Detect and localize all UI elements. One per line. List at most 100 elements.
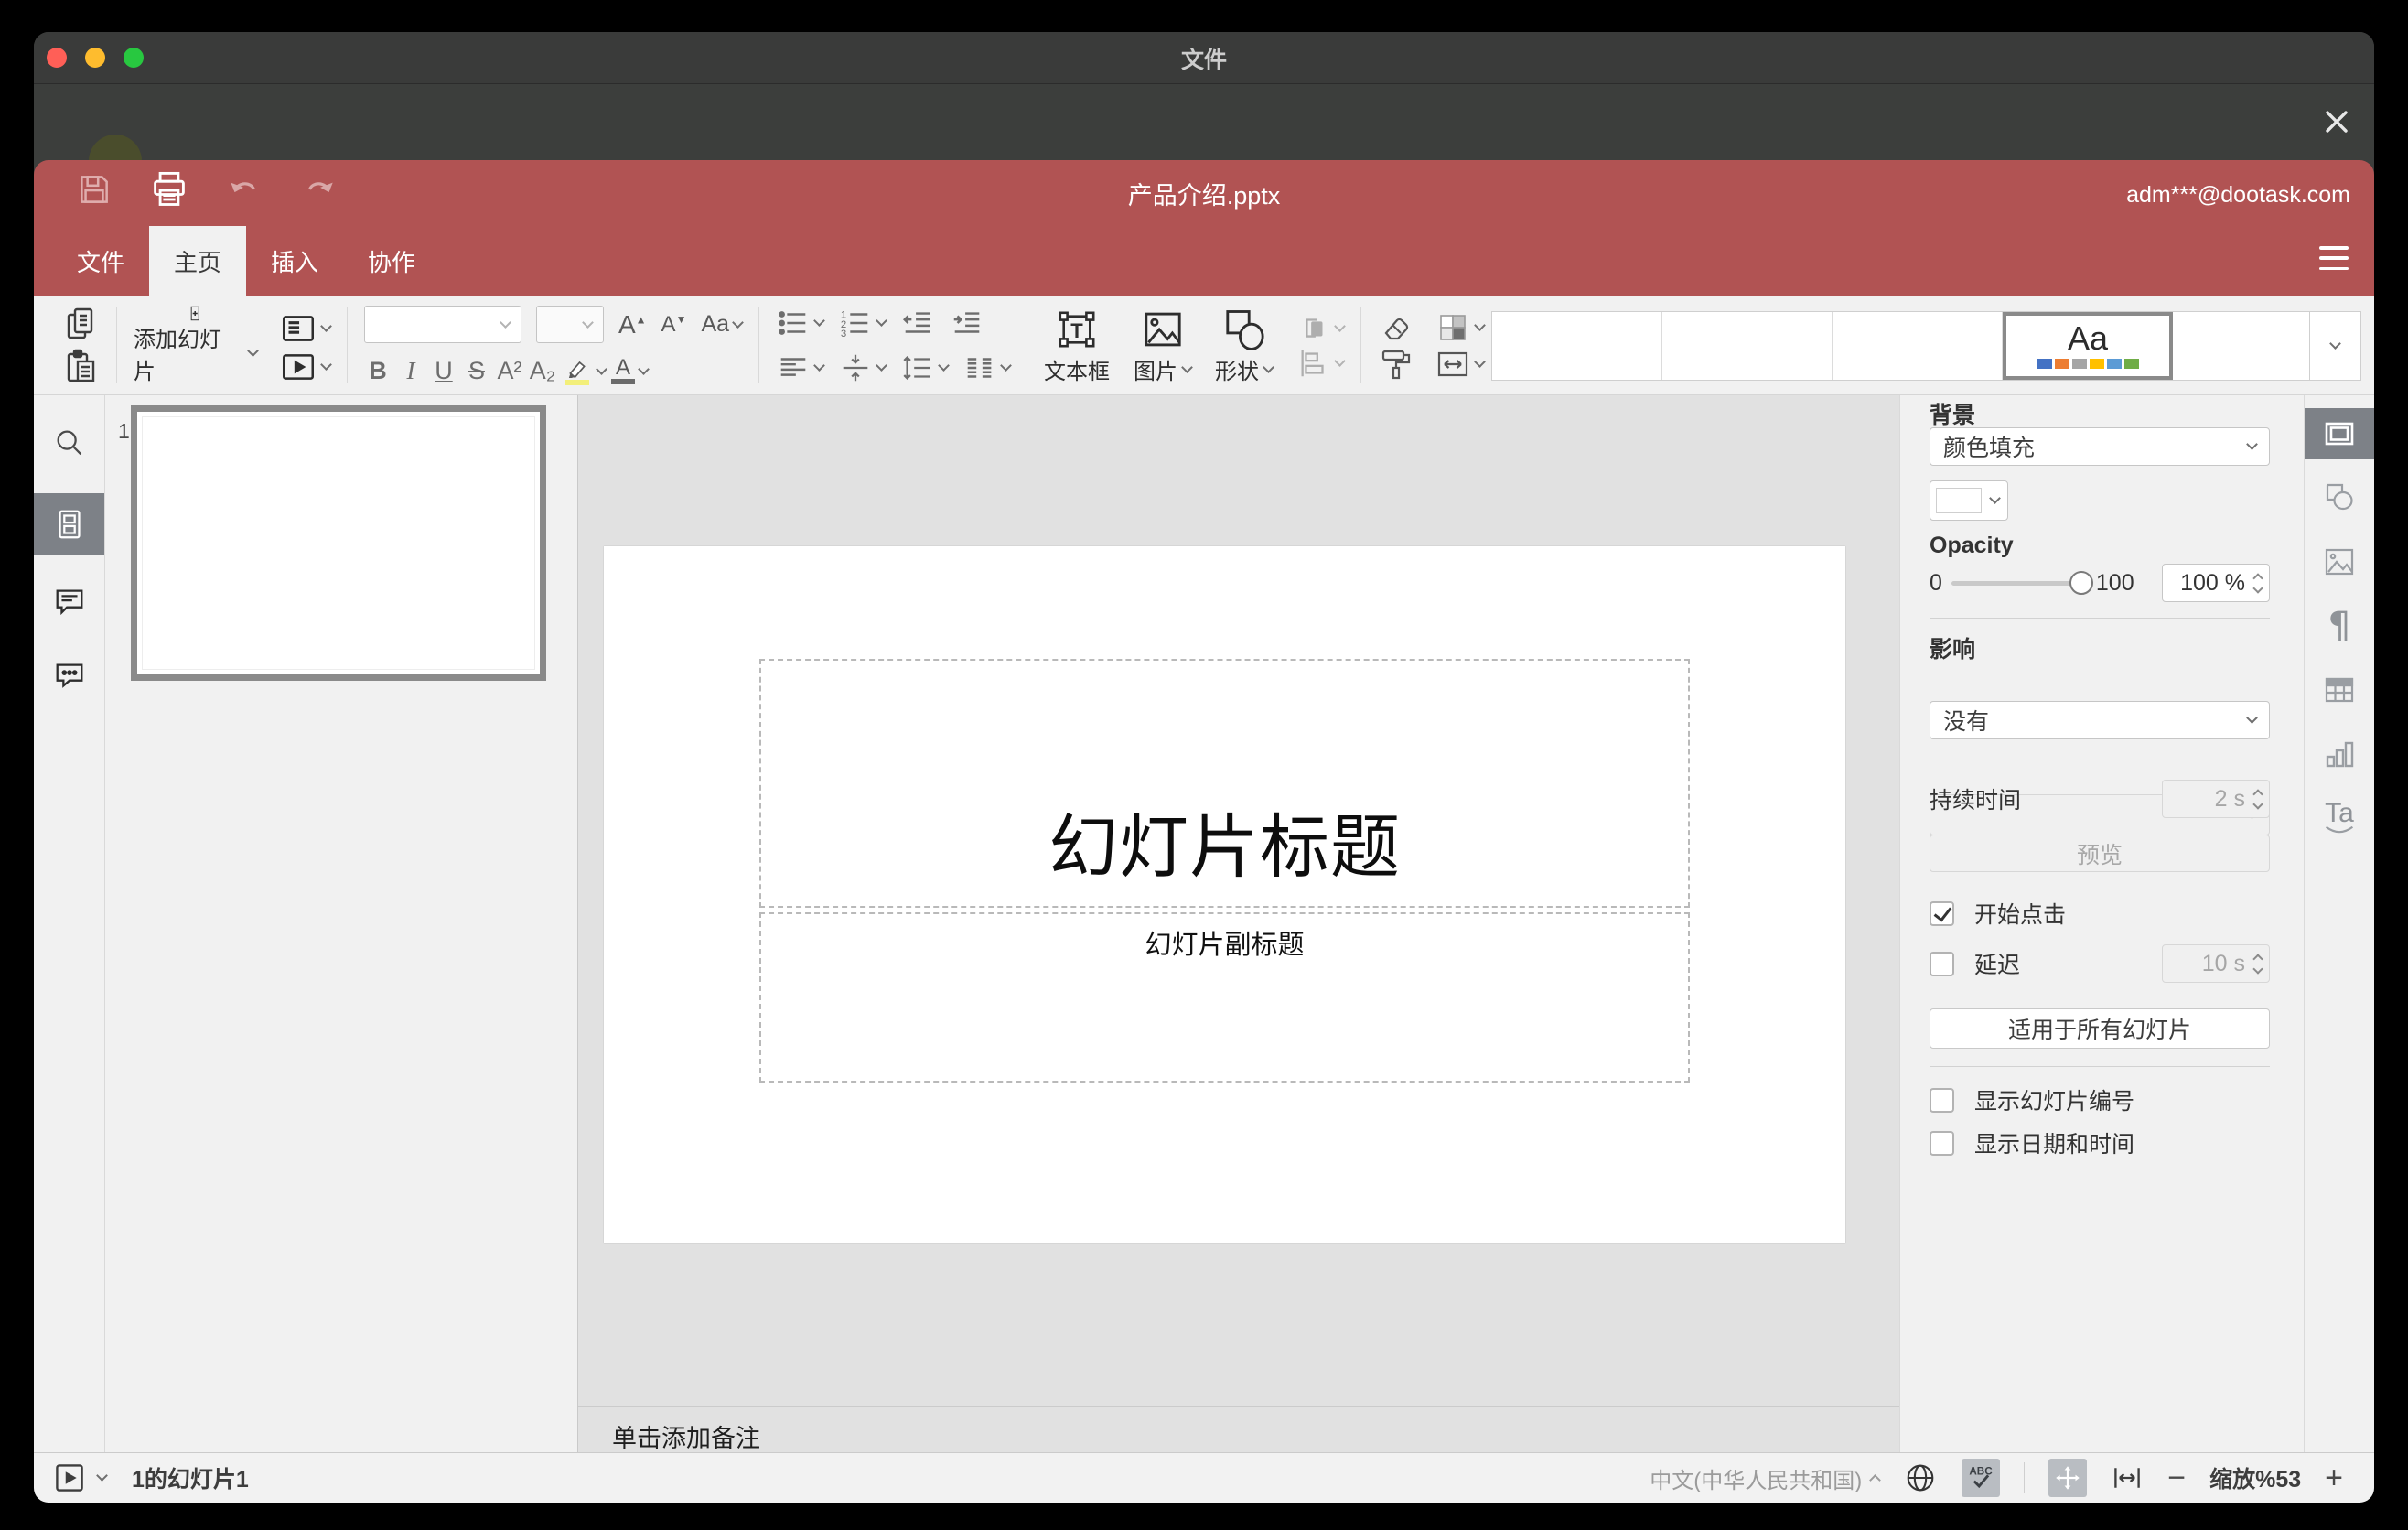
paragraph-group: 123 [769, 306, 1017, 385]
show-date-time-checkbox[interactable] [1930, 1130, 1954, 1156]
theme-gallery-expand-icon[interactable] [2310, 310, 2361, 381]
background-fill-select[interactable]: 颜色填充 [1930, 427, 2270, 466]
svg-text:ABC: ABC [1970, 1465, 1994, 1477]
font-color-bar [610, 379, 635, 385]
theme-option-2[interactable] [1662, 311, 1833, 380]
apply-to-all-button[interactable]: 适用于所有幻灯片 [1930, 1008, 2270, 1049]
comments-icon[interactable] [34, 576, 104, 628]
bullets-icon[interactable] [776, 306, 825, 340]
slide-settings-panel: 背景 颜色填充 Opacity 0 100 100 % 影响 没有 持续时间 2… [1899, 395, 2304, 1452]
superscript-button[interactable]: A² [496, 357, 523, 385]
svg-text:T: T [1070, 319, 1083, 342]
theme-option-3[interactable] [1833, 311, 2003, 380]
chart-settings-icon[interactable] [2305, 728, 2374, 780]
zoom-in-icon[interactable]: + [2325, 1462, 2343, 1493]
theme-option-selected[interactable]: Aa [2003, 311, 2173, 380]
subscript-button[interactable]: A₂ [529, 357, 556, 385]
image-settings-icon[interactable] [2305, 536, 2374, 587]
slides-panel-icon[interactable] [34, 493, 104, 555]
bold-button[interactable]: B [364, 357, 392, 385]
show-slide-number-row: 显示幻灯片编号 [1930, 1083, 2270, 1116]
preview-button[interactable]: 预览 [1930, 835, 2270, 872]
set-language-icon[interactable] [1903, 1460, 1938, 1495]
title-placeholder[interactable]: 幻灯片标题 [759, 659, 1690, 908]
align-shapes-icon[interactable] [1296, 346, 1346, 381]
table-settings-icon[interactable] [2305, 664, 2374, 716]
home-toolbar: 添加幻灯片 A▲ A▼ Aa B I U S A² A₂ A 1 2 3 T 文… [34, 296, 2374, 395]
image-button[interactable]: 图片 [1134, 306, 1193, 385]
slide-layout-button[interactable] [279, 309, 332, 348]
textbox-label: 文本框 [1044, 360, 1111, 384]
start-slideshow-status-icon[interactable] [54, 1462, 85, 1493]
copy-button[interactable] [63, 306, 100, 342]
strikethrough-button[interactable]: S [463, 357, 490, 385]
paste-button[interactable] [63, 349, 100, 385]
theme-option-5[interactable] [2173, 312, 2309, 380]
menu-icon[interactable] [2319, 246, 2349, 270]
underline-button[interactable]: U [430, 357, 457, 385]
vertical-align-icon[interactable] [838, 350, 887, 385]
insert-group: T 文本框 图片 形状 [1037, 306, 1351, 385]
opacity-spinner[interactable]: 100 % [2162, 564, 2270, 602]
start-on-click-label: 开始点击 [1974, 902, 2067, 928]
notes-placeholder[interactable]: 单击添加备注 [612, 1418, 760, 1454]
paragraph-settings-icon[interactable]: ¶ [2305, 600, 2374, 652]
zoom-out-icon[interactable]: − [2167, 1462, 2186, 1493]
subtitle-placeholder[interactable]: 幻灯片副标题 [759, 912, 1690, 1083]
start-slideshow-button[interactable] [279, 348, 332, 386]
shape-settings-icon[interactable] [2305, 472, 2374, 523]
add-slide-button[interactable]: 添加幻灯片 [134, 306, 259, 385]
font-color-button[interactable]: A [610, 356, 650, 385]
highlight-color-button[interactable] [562, 358, 607, 385]
slide-canvas[interactable]: 幻灯片标题 幻灯片副标题 [604, 546, 1845, 1243]
delay-spinner[interactable]: 10 s [2162, 944, 2270, 983]
show-slide-number-checkbox[interactable] [1930, 1087, 1954, 1113]
opacity-slider[interactable] [1951, 570, 2093, 595]
effect-select[interactable]: 没有 [1930, 701, 2270, 739]
duration-spinner[interactable]: 2 s [2162, 780, 2270, 818]
opacity-slider-row: 0 100 100 % [1930, 563, 2270, 603]
fit-to-slide-icon[interactable] [2048, 1459, 2088, 1497]
shape-button[interactable]: 形状 [1215, 306, 1274, 385]
clear-style-icon[interactable] [1378, 309, 1414, 346]
notes-divider[interactable] [578, 1406, 1899, 1407]
tab-file[interactable]: 文件 [52, 226, 149, 296]
language-selector[interactable]: 中文(中华人民共和国) [1650, 1462, 1882, 1494]
copy-style-icon[interactable] [1378, 346, 1414, 382]
close-icon[interactable] [2322, 107, 2351, 136]
slide-settings-icon[interactable] [2305, 408, 2374, 459]
font-size-select[interactable] [535, 306, 604, 343]
font-name-select[interactable] [363, 306, 521, 343]
slideshow-options-icon[interactable] [96, 1470, 108, 1482]
arrange-shapes-icon[interactable] [1296, 311, 1346, 346]
decrease-indent-icon[interactable] [900, 306, 935, 340]
horizontal-align-icon[interactable] [776, 350, 825, 385]
columns-icon[interactable] [962, 350, 1012, 385]
increase-font-icon[interactable]: A▲ [618, 310, 647, 339]
tab-home[interactable]: 主页 [149, 226, 247, 296]
numbering-icon[interactable]: 123 [838, 306, 887, 340]
textbox-button[interactable]: T 文本框 [1044, 306, 1110, 385]
start-on-click-checkbox[interactable] [1930, 900, 1954, 926]
slide-size-icon[interactable] [1435, 346, 1486, 382]
tab-collaboration[interactable]: 协作 [343, 226, 440, 296]
text-art-settings-icon[interactable]: Ta [2305, 792, 2374, 844]
increase-indent-icon[interactable] [950, 306, 984, 340]
chat-icon[interactable] [34, 650, 104, 701]
color-scheme-icon[interactable] [1435, 309, 1486, 346]
theme-color-2 [2054, 359, 2069, 369]
opacity-slider-handle[interactable] [2069, 570, 2093, 595]
background-color-picker[interactable] [1930, 480, 2008, 521]
line-spacing-icon[interactable] [900, 350, 950, 385]
tab-insert[interactable]: 插入 [246, 226, 343, 296]
theme-option-1[interactable] [1492, 311, 1662, 380]
fit-to-width-icon[interactable] [2111, 1461, 2144, 1494]
search-icon[interactable] [34, 417, 104, 469]
change-case-icon[interactable]: Aa [701, 311, 744, 338]
slide-thumbnail[interactable] [131, 405, 546, 681]
decrease-font-icon[interactable]: A▼ [661, 312, 687, 338]
document-title: 产品介绍.pptx [1127, 181, 1281, 210]
delay-checkbox[interactable] [1930, 951, 1954, 976]
spellcheck-icon[interactable]: ABC [1962, 1459, 2001, 1497]
italic-button[interactable]: I [397, 357, 425, 385]
